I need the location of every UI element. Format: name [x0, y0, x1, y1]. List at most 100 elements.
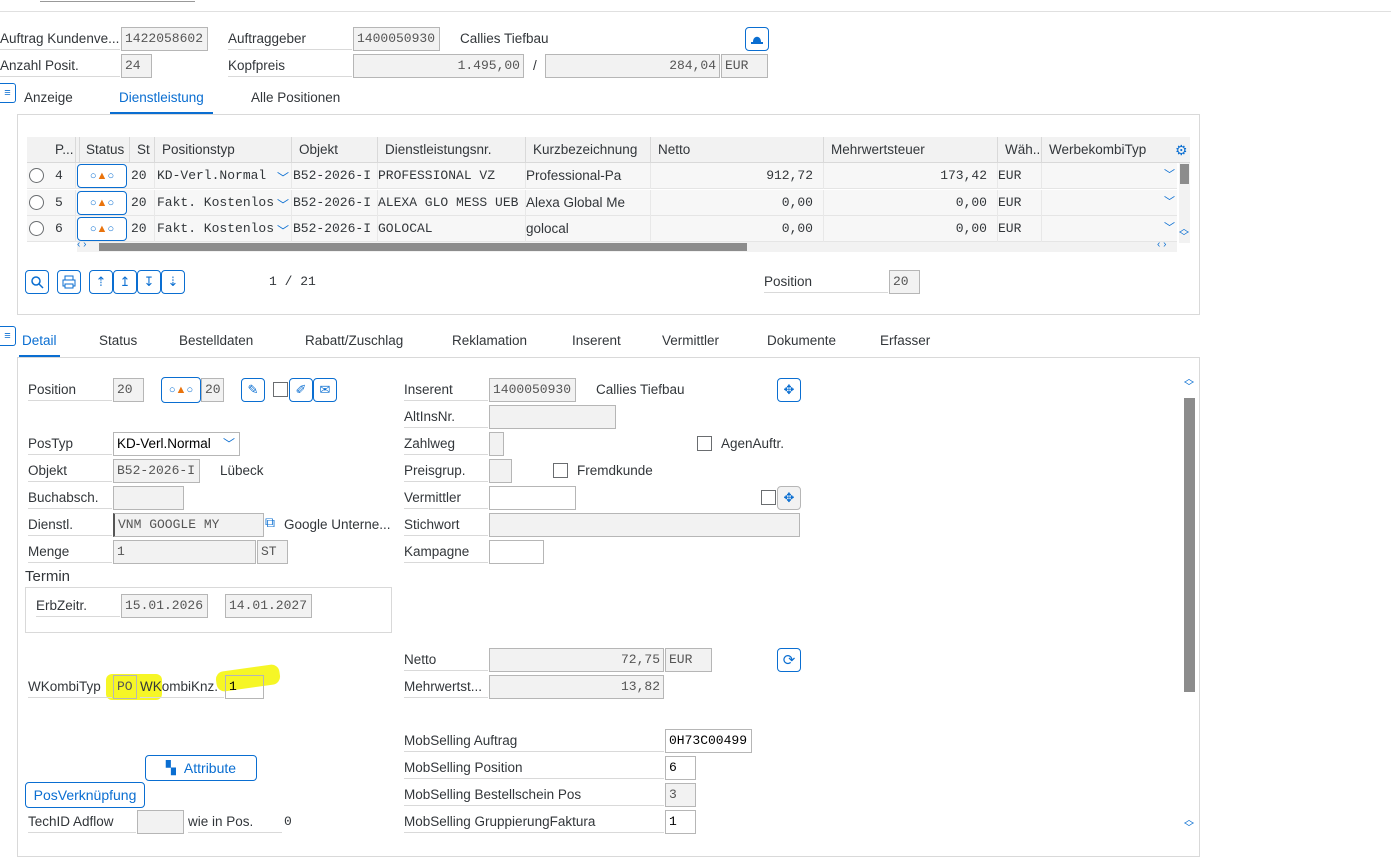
tab-reklamation[interactable]: Reklamation	[452, 324, 527, 358]
vermittler-field[interactable]	[489, 486, 576, 510]
wkombityp-field[interactable]: PO	[113, 675, 137, 699]
row-select-radio[interactable]	[29, 195, 44, 210]
preisgrup-field[interactable]	[489, 459, 512, 483]
attribute-button[interactable]: ▚ Attribute	[145, 755, 257, 781]
col-header-objekt[interactable]: Objekt	[293, 137, 378, 163]
cell-positionstyp[interactable]: Fakt. Kostenlos	[151, 190, 292, 216]
detail-position-field[interactable]: 20	[113, 378, 144, 402]
copy-icon[interactable]: ⧉	[265, 514, 283, 536]
tab-bestelldaten[interactable]: Bestelldaten	[179, 324, 253, 358]
row-select-radio[interactable]	[29, 168, 44, 183]
table-vertical-scrollbar[interactable]: ︿ ﹀	[1179, 163, 1190, 243]
note-edit-icon[interactable]: ✐	[289, 378, 313, 402]
scrollbar-thumb[interactable]	[1180, 164, 1189, 184]
erbzeitr-from-field[interactable]: 15.01.2026	[121, 594, 208, 618]
detail-status-field[interactable]: 20	[201, 378, 224, 402]
tab-dokumente[interactable]: Dokumente	[767, 324, 836, 358]
tab-status[interactable]: Status	[99, 324, 137, 358]
col-header-werbekombityp[interactable]: WerbekombiTyp	[1043, 137, 1171, 163]
detail-vertical-scrollbar[interactable]: ︿ ﹀ ︿ ﹀	[1183, 375, 1196, 846]
cell-werbekombityp[interactable]: ﹀	[1043, 163, 1177, 189]
scrollbar-thumb[interactable]	[99, 243, 747, 251]
tab-anzeige[interactable]: Anzeige	[24, 81, 73, 115]
scroll-left-right-icon[interactable]: ‹ ›	[1157, 239, 1166, 250]
scroll-first-icon[interactable]: ⇡	[89, 270, 113, 294]
netto-currency[interactable]: EUR	[665, 648, 712, 672]
kampagne-field[interactable]	[489, 540, 544, 564]
print-icon[interactable]	[57, 270, 81, 294]
scroll-up-down-icon[interactable]: ︿ ﹀	[1184, 375, 1194, 393]
collapse-detail-icon[interactable]: ≡	[0, 326, 16, 346]
table-settings-icon[interactable]: ⚙	[1175, 142, 1188, 158]
dienstl-field[interactable]: VNM GOOGLE MY	[113, 513, 264, 537]
tab-vermittler[interactable]: Vermittler	[662, 324, 719, 358]
puzzle-icon[interactable]: ✥	[777, 486, 801, 510]
status-traffic-light-button[interactable]: ○ ▲ ○	[77, 217, 127, 241]
refresh-icon[interactable]: ⟳	[777, 648, 801, 672]
customer-hat-icon[interactable]	[745, 27, 769, 51]
mob-auftrag-field[interactable]: 0H73C00499	[665, 729, 752, 753]
postyp-select[interactable]: KD-Verl.Normal ﹀	[113, 432, 240, 456]
posverknuepfung-button[interactable]: PosVerknüpfung	[25, 782, 145, 808]
tab-alle-positionen[interactable]: Alle Positionen	[251, 81, 340, 115]
erbzeitr-to-field[interactable]: 14.01.2027	[225, 594, 312, 618]
col-header-netto[interactable]: Netto	[652, 137, 824, 163]
inserent-field[interactable]: 1400050930	[489, 378, 576, 402]
col-header-dienstleistungsnr[interactable]: Dienstleistungsnr.	[379, 137, 526, 163]
text-edit-icon[interactable]: ✎	[241, 378, 265, 402]
table-row[interactable]: 4 ○ ▲ ○ 20 KD-Verl.Normal ﹀ B52-2026-I PRO…	[27, 163, 1177, 189]
stichwort-field[interactable]	[489, 513, 800, 537]
scroll-up-down-icon[interactable]: ︿ ﹀	[1184, 816, 1194, 834]
chevron-down-icon[interactable]: ﹀	[1164, 190, 1175, 216]
col-header-waehrung[interactable]: Wäh...	[999, 137, 1042, 163]
col-header-positionstyp[interactable]: Positionstyp	[156, 137, 292, 163]
collapse-top-icon[interactable]: ≡	[0, 83, 16, 103]
mob-grupp-field[interactable]: 1	[665, 810, 696, 834]
top-toolbar-field[interactable]	[40, 0, 195, 2]
scroll-last-icon[interactable]: ⇣	[161, 270, 185, 294]
kopfpreis-currency[interactable]: EUR	[721, 54, 768, 78]
mail-icon[interactable]: ✉	[313, 378, 337, 402]
chevron-down-icon[interactable]: ﹀	[223, 433, 235, 455]
scrollbar-thumb[interactable]	[1184, 398, 1195, 692]
zahlweg-field[interactable]	[489, 432, 504, 456]
netto-field[interactable]: 72,75	[489, 648, 664, 672]
col-header-kurzbezeichnung[interactable]: Kurzbezeichnung	[527, 137, 651, 163]
detail-status-traffic-light-button[interactable]: ○ ▲ ○	[161, 377, 201, 403]
zoom-details-icon[interactable]	[25, 270, 49, 294]
fremdkunde-checkbox[interactable]	[553, 463, 568, 478]
puzzle-icon[interactable]: ✥	[777, 378, 801, 402]
agenauftr-checkbox[interactable]	[697, 436, 712, 451]
mwst-field[interactable]: 13,82	[489, 675, 664, 699]
scroll-up-down-icon[interactable]: ︿ ﹀	[1179, 225, 1189, 243]
mob-position-field[interactable]: 6	[665, 756, 696, 780]
tab-erfasser[interactable]: Erfasser	[880, 324, 930, 358]
scroll-page-up-icon[interactable]: ↥	[113, 270, 137, 294]
altinsnr-field[interactable]	[489, 405, 616, 429]
grid-position-field[interactable]: 20	[889, 270, 920, 294]
col-header-status[interactable]: Status	[79, 137, 130, 163]
cell-werbekombityp[interactable]: ﹀	[1043, 190, 1177, 216]
chevron-down-icon[interactable]: ﹀	[1164, 163, 1175, 189]
table-row[interactable]: 6 ○ ▲ ○ 20 Fakt. Kostenlos ﹀ B52-2026-I GO…	[27, 216, 1177, 242]
col-header-pos[interactable]: P...	[49, 137, 76, 163]
detail-checkbox[interactable]	[273, 382, 288, 397]
row-select-radio[interactable]	[29, 221, 44, 236]
tab-rabatt-zuschlag[interactable]: Rabatt/Zuschlag	[305, 324, 403, 358]
auftraggeber-field[interactable]: 1400050930	[353, 27, 440, 51]
objekt-field[interactable]: B52-2026-I	[113, 459, 200, 483]
cell-positionstyp[interactable]: KD-Verl.Normal	[151, 163, 292, 189]
scroll-page-down-icon[interactable]: ↧	[137, 270, 161, 294]
menge-field[interactable]: 1	[113, 540, 256, 564]
cell-positionstyp[interactable]: Fakt. Kostenlos	[151, 216, 292, 242]
anzahl-field[interactable]: 24	[121, 54, 152, 78]
mob-bestell-field[interactable]: 3	[665, 783, 696, 807]
status-traffic-light-button[interactable]: ○ ▲ ○	[77, 164, 127, 188]
buchabsch-field[interactable]	[113, 486, 184, 510]
auftrag-field[interactable]: 1422058602	[121, 27, 208, 51]
table-horizontal-scrollbar[interactable]: ‹ › ‹ ›	[77, 239, 1177, 252]
kopfpreis-field[interactable]: 1.495,00	[353, 54, 524, 78]
vermittler-checkbox[interactable]	[761, 490, 776, 505]
techid-field[interactable]	[137, 810, 184, 834]
table-row[interactable]: 5 ○ ▲ ○ 20 Fakt. Kostenlos ﹀ B52-2026-I AL…	[27, 190, 1177, 216]
